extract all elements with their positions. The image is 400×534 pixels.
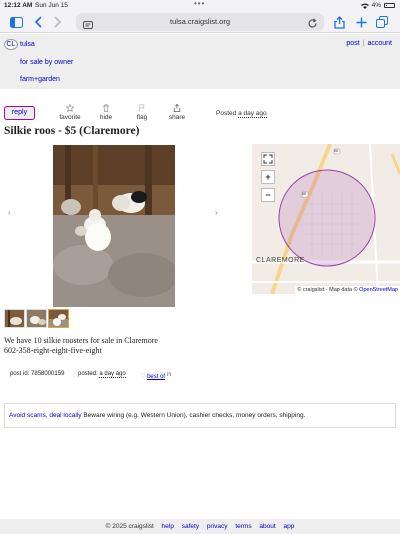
back-icon[interactable] <box>30 14 46 30</box>
listing-title: Silkie roos - $5 (Claremore) <box>4 125 140 137</box>
trash-icon <box>103 104 109 112</box>
flag-label: flag <box>136 114 148 121</box>
footer-help-link[interactable]: help <box>162 523 174 530</box>
map-city-label: CLAREMORE <box>256 257 305 264</box>
listing-body: We have 10 silkie roosters for sale in C… <box>4 336 158 356</box>
thumbnail[interactable] <box>4 309 25 328</box>
share-icon[interactable] <box>331 14 347 30</box>
post-id: post id: 7858000159 <box>10 371 64 377</box>
listing-body-line: We have 10 silkie roosters for sale in C… <box>4 336 158 345</box>
share-label: share <box>168 114 186 121</box>
posted-label: Posted <box>216 110 237 117</box>
wifi-icon <box>360 3 369 9</box>
status-date: Sun Jun 15 <box>35 2 68 9</box>
zoom-in-button[interactable]: + <box>261 170 275 184</box>
craigslist-header: CL tulsa for sale by owner farm+garden p… <box>0 34 400 89</box>
post-id-value: 7858000159 <box>31 371 65 377</box>
avoid-scams-link[interactable]: Avoid scams, deal locally <box>9 412 82 419</box>
posted-value: a day ago <box>238 110 267 118</box>
reload-icon[interactable] <box>307 16 318 28</box>
location-map[interactable]: 66 88 + − CLAREMORE © craigslist - Map d… <box>252 144 400 294</box>
posted-date-top: Posted a day ago <box>216 110 267 118</box>
battery-percent: 4% <box>371 2 381 9</box>
multitasking-dots-icon[interactable]: ••• <box>194 0 205 8</box>
gallery-prev-icon[interactable]: ‹ <box>8 208 11 217</box>
forward-icon[interactable] <box>50 14 66 30</box>
best-of-link[interactable]: best of <box>147 374 165 380</box>
reply-button[interactable]: reply <box>4 106 35 120</box>
url-text[interactable]: tulsa.craigslist.org <box>76 17 324 26</box>
best-of: ♡ best of [?] <box>140 371 171 380</box>
footer-copyright: © 2025 craigslist <box>105 523 154 530</box>
new-tab-icon[interactable] <box>353 14 369 30</box>
road-shield-66: 66 <box>334 149 338 153</box>
header-separator: | <box>362 40 365 47</box>
posted-date: posted: a day ago <box>78 371 126 378</box>
thumbnail-strip <box>4 309 69 328</box>
footer-app-link[interactable]: app <box>283 523 294 530</box>
browser-toolbar: tulsa.craigslist.org <box>0 11 400 33</box>
listing-photo[interactable] <box>53 145 175 307</box>
best-of-icon: ♡ <box>140 374 146 380</box>
gallery-next-icon[interactable]: › <box>215 208 218 217</box>
road-shield-88: 88 <box>302 192 306 196</box>
flag-button[interactable]: flag <box>122 104 162 121</box>
scam-notice-text: Beware wiring (e.g. Western Union), cash… <box>83 412 306 419</box>
fullscreen-icon[interactable] <box>261 152 275 166</box>
post-id-label: post id: <box>10 371 30 377</box>
breadcrumb-city[interactable]: tulsa <box>20 41 35 48</box>
footer: © 2025 craigslist help safety privacy te… <box>0 519 400 534</box>
thumbnail-selected[interactable] <box>48 309 69 328</box>
status-time: 12:12 AM <box>4 2 33 9</box>
breadcrumb-section[interactable]: for sale by owner <box>20 59 73 66</box>
map-attribution-text: © craigslist - Map data © <box>297 287 358 293</box>
flag-icon <box>139 104 145 112</box>
scam-notice: Avoid scams, deal locally Beware wiring … <box>4 403 396 428</box>
header-links: post | account <box>346 40 392 47</box>
tabs-overview-icon[interactable] <box>374 14 390 30</box>
best-of-help-link[interactable]: [?] <box>167 371 171 376</box>
breadcrumb-category[interactable]: farm+garden <box>20 76 60 83</box>
favorite-label: favorite <box>59 114 81 121</box>
share-icon <box>173 104 181 112</box>
address-bar[interactable]: tulsa.craigslist.org <box>76 13 324 31</box>
footer-about-link[interactable]: about <box>259 523 275 530</box>
posted-value: a day ago <box>99 371 126 378</box>
battery-icon <box>384 3 395 8</box>
zoom-out-button[interactable]: − <box>261 188 275 202</box>
star-icon <box>66 104 74 112</box>
footer-privacy-link[interactable]: privacy <box>207 523 228 530</box>
posted-label: posted: <box>78 371 98 377</box>
status-bar: 12:12 AM Sun Jun 15 ••• 4% <box>0 0 400 11</box>
post-link[interactable]: post <box>346 40 359 47</box>
listing-body-line: 602-358-eight-eight-five-eight <box>4 346 102 355</box>
favorite-button[interactable]: favorite <box>50 104 90 121</box>
thumbnail[interactable] <box>26 309 47 328</box>
account-link[interactable]: account <box>367 40 392 47</box>
share-button[interactable]: share <box>157 104 197 121</box>
footer-safety-link[interactable]: safety <box>182 523 199 530</box>
hide-label: hide <box>99 114 113 121</box>
openstreetmap-link[interactable]: OpenStreetMap <box>359 287 398 293</box>
hide-button[interactable]: hide <box>86 104 126 121</box>
sidebar-icon[interactable] <box>8 14 24 30</box>
map-attribution: © craigslist - Map data © OpenStreetMap <box>295 286 400 294</box>
craigslist-logo[interactable]: CL <box>4 39 18 50</box>
footer-terms-link[interactable]: terms <box>235 523 251 530</box>
